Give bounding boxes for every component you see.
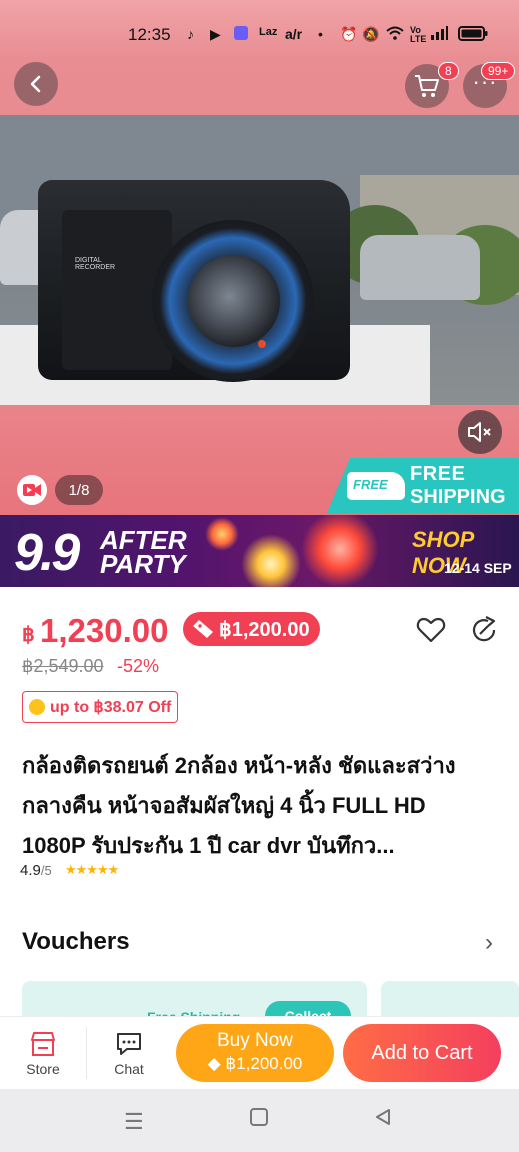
menu-nav-icon[interactable]: ☰	[124, 1109, 144, 1135]
ticket-icon: ◆	[207, 1054, 226, 1073]
banner-title: AFTER PARTY	[100, 525, 187, 579]
store-icon	[31, 1032, 55, 1056]
coin-icon	[29, 699, 45, 715]
voucher-card[interactable]: Free Shipping Collect	[22, 981, 367, 1021]
firework	[300, 515, 380, 587]
mute-bell-icon: 🔕	[362, 26, 380, 42]
product-title: กล้องติดรถยนต์ 2กล้อง หน้า-หลัง ชัดและสว…	[22, 753, 456, 858]
status-bar: 12:35 ♪ ▶ Laz a/r • ⏰ 🔕 Vo LTE	[0, 20, 519, 50]
tiktok-icon: ♪	[187, 26, 194, 42]
app-icon	[234, 26, 248, 40]
lazada-icon: Laz	[259, 26, 278, 38]
notification-badge: 99+	[481, 62, 516, 80]
campaign-banner[interactable]: 9.9 AFTER PARTY SHOP NOW 12-14 SEP	[0, 515, 519, 587]
ticket-icon	[193, 620, 213, 638]
image-counter: 1/8	[55, 475, 103, 505]
battery-icon	[458, 26, 488, 44]
rating-score: 4.9/5	[20, 862, 52, 879]
store-button[interactable]: Store	[13, 1031, 73, 1077]
banner-99-logo: 9.9	[14, 524, 80, 582]
bottom-action-bar: Store Chat Buy Now ◆ ฿1,200.00 Add to Ca…	[0, 1016, 519, 1089]
firework	[205, 517, 239, 551]
share-icon	[472, 616, 496, 642]
promo-price-tag: ฿1,200.00	[183, 612, 320, 646]
share-button[interactable]	[468, 614, 500, 646]
product-image[interactable]: DIGITAL RECORDER	[0, 115, 519, 405]
currency-symbol: ฿	[22, 624, 35, 646]
rating-stars: ★★★★★	[65, 862, 119, 877]
chevron-right-icon[interactable]: ›	[485, 929, 493, 957]
lens-glass	[188, 255, 280, 347]
airasia-icon: a/r	[285, 26, 303, 42]
cart-badge: 8	[438, 62, 459, 80]
wishlist-button[interactable]	[415, 614, 447, 646]
dashcam-label: DIGITAL RECORDER	[75, 257, 116, 271]
add-to-cart-button[interactable]: Add to Cart	[343, 1024, 501, 1082]
back-button[interactable]	[14, 62, 58, 106]
free-shipping-badge: FREE FREE SHIPPING	[327, 458, 519, 513]
free-shipping-line2: SHIPPING	[410, 486, 506, 508]
original-price: ฿2,549.00	[22, 656, 104, 676]
vouchers-heading: Vouchers	[22, 928, 130, 955]
buy-now-button[interactable]: Buy Now ◆ ฿1,200.00	[176, 1024, 334, 1082]
cart-icon	[415, 75, 439, 97]
home-nav-icon[interactable]	[249, 1107, 269, 1133]
speaker-muted-icon	[468, 422, 491, 442]
video-button[interactable]	[17, 475, 47, 505]
divider	[86, 1027, 87, 1079]
volte-icon: Vo LTE	[410, 25, 427, 44]
dot-icon: •	[318, 26, 323, 42]
system-nav-bar: ☰	[0, 1089, 519, 1152]
parked-car	[360, 235, 480, 300]
coin-offer-chip[interactable]: up to ฿38.07 Off	[22, 691, 179, 723]
chat-button[interactable]: Chat	[99, 1031, 159, 1077]
truck-icon: FREE	[347, 472, 405, 500]
status-time: 12:35	[128, 25, 171, 44]
signal-icon	[430, 26, 448, 43]
voucher-card[interactable]	[381, 981, 519, 1021]
free-shipping-line1: FREE	[410, 463, 466, 485]
heart-icon	[416, 617, 446, 643]
current-price: 1,230.00	[40, 612, 169, 649]
firework	[240, 533, 302, 587]
back-nav-icon[interactable]	[373, 1107, 393, 1133]
back-arrow-icon	[30, 75, 41, 93]
mute-button[interactable]	[458, 410, 502, 454]
discount-percent: -52%	[117, 656, 160, 676]
banner-dates: 12-14 SEP	[444, 560, 512, 576]
record-led	[258, 340, 266, 348]
chat-icon	[117, 1033, 141, 1055]
youtube-icon: ▶	[210, 26, 221, 42]
wifi-icon	[386, 26, 404, 43]
video-icon	[23, 484, 41, 496]
alarm-icon: ⏰	[340, 26, 358, 42]
